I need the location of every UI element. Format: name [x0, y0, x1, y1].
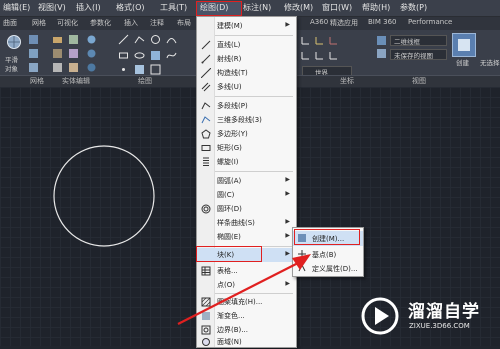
annotation-arrow	[177, 254, 311, 325]
arrow-shaft	[177, 261, 301, 325]
watermark-logo-icon	[361, 297, 399, 335]
arrow-head-icon	[292, 254, 311, 270]
watermark-title: 溜溜自学	[408, 302, 480, 322]
watermark-subtitle: ZIXUE.3D66.COM	[409, 322, 470, 330]
